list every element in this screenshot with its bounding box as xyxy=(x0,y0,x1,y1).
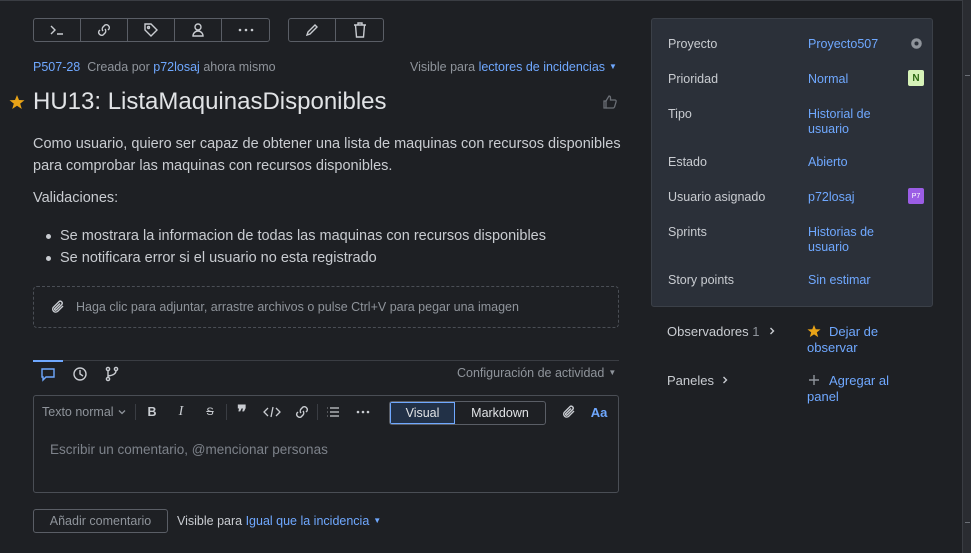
field-label-story-points: Story points xyxy=(668,273,735,287)
activity-config-dropdown[interactable]: Configuración de actividad ▼ xyxy=(457,366,616,380)
comment-input[interactable]: Escribir un comentario, @mencionar perso… xyxy=(50,442,328,457)
add-comment-button[interactable]: Añadir comentario xyxy=(33,509,168,533)
tab-comments[interactable] xyxy=(33,360,63,385)
list-item: Se notificara error si el usuario no est… xyxy=(33,247,546,269)
priority-badge: N xyxy=(908,70,924,86)
more-icon[interactable] xyxy=(352,402,374,422)
editor-toolbar: Texto normal B I S ❞ Visual Markdown Aa xyxy=(34,396,618,428)
visible-target[interactable]: lectores de incidencias xyxy=(479,60,605,74)
chevron-right-icon xyxy=(722,376,728,384)
more-icon[interactable] xyxy=(222,19,269,41)
attachment-dropzone[interactable]: Haga clic para adjuntar, arrastre archiv… xyxy=(33,286,619,328)
field-label-status: Estado xyxy=(668,155,707,169)
visual-mode-button[interactable]: Visual xyxy=(390,402,455,424)
watchers-count: 1 xyxy=(752,324,760,339)
field-value-status[interactable]: Abierto xyxy=(808,155,848,170)
comment-visibility-selector[interactable]: Visible para Igual que la incidencia ▼ xyxy=(177,514,381,528)
tag-icon[interactable] xyxy=(128,19,175,41)
author-link[interactable]: p72losaj xyxy=(153,60,200,74)
star-icon[interactable] xyxy=(9,94,25,110)
edge-tick xyxy=(965,75,970,76)
field-label-project: Proyecto xyxy=(668,37,718,51)
boards-toggle[interactable]: Paneles xyxy=(667,373,730,388)
edit-actions-toolbar xyxy=(288,18,384,42)
divider xyxy=(226,404,227,420)
paperclip-icon xyxy=(52,300,64,313)
add-to-board-link[interactable]: Agregar al panel xyxy=(807,373,902,405)
divider xyxy=(317,404,318,420)
issue-actions-toolbar xyxy=(33,18,270,42)
tab-history[interactable] xyxy=(65,363,95,385)
field-value-story-points[interactable]: Sin estimar xyxy=(808,273,871,288)
field-value-assignee[interactable]: p72losaj xyxy=(808,190,855,205)
field-label-assignee: Usuario asignado xyxy=(668,190,766,204)
text-format-toggle[interactable]: Aa xyxy=(588,402,610,422)
link-icon[interactable] xyxy=(291,402,313,422)
validations-heading: Validaciones: xyxy=(33,190,119,206)
field-value-type[interactable]: Historial de usuario xyxy=(808,107,898,137)
issue-key[interactable]: P507-28 xyxy=(33,60,80,74)
visible-target[interactable]: Igual que la incidencia xyxy=(246,514,370,528)
link-icon[interactable] xyxy=(81,19,128,41)
chevron-right-icon xyxy=(770,327,775,335)
created-time: ahora mismo xyxy=(203,60,276,74)
issue-meta: P507-28 Creada por p72losaj ahora mismo xyxy=(33,60,276,74)
field-label-type: Tipo xyxy=(668,107,692,121)
field-value-priority[interactable]: Normal xyxy=(808,72,848,87)
editor-mode-toggle: Visual Markdown xyxy=(389,401,546,425)
terminal-icon[interactable] xyxy=(34,19,81,41)
tab-branches[interactable] xyxy=(97,363,127,385)
page-title[interactable]: HU13: ListaMaquinasDisponibles xyxy=(33,88,387,116)
quote-icon[interactable]: ❞ xyxy=(231,402,253,422)
field-value-sprints[interactable]: Historias de usuario xyxy=(808,225,898,255)
branch-icon xyxy=(105,366,119,382)
bold-icon[interactable]: B xyxy=(142,402,162,422)
text-style-select[interactable]: Texto normal xyxy=(42,402,127,422)
field-value-project[interactable]: Proyecto507 xyxy=(808,37,878,52)
paperclip-icon[interactable] xyxy=(558,402,580,422)
watchers-label: Observadores xyxy=(667,324,749,339)
chevron-down-icon: ▼ xyxy=(609,62,617,71)
comment-editor: Texto normal B I S ❞ Visual Markdown Aa … xyxy=(33,395,619,493)
field-label-sprints: Sprints xyxy=(668,225,707,239)
visible-prefix: Visible para xyxy=(410,60,476,74)
code-icon[interactable] xyxy=(260,402,284,422)
text-style-label: Texto normal xyxy=(42,405,114,419)
list-item: Se mostrara la informacion de todas las … xyxy=(33,225,546,247)
visible-prefix: Visible para xyxy=(177,514,243,528)
chevron-down-icon xyxy=(118,410,126,415)
issue-description[interactable]: Como usuario, quiero ser capaz de obtene… xyxy=(33,133,623,177)
boards-label: Paneles xyxy=(667,373,714,388)
history-icon xyxy=(73,367,87,381)
italic-icon[interactable]: I xyxy=(171,402,191,422)
right-scroll-edge[interactable] xyxy=(962,0,971,553)
edge-tick xyxy=(965,522,970,523)
watchers-toggle[interactable]: Observadores 1 xyxy=(667,324,777,339)
stop-watching-link[interactable]: Dejar de observar xyxy=(807,324,902,356)
gear-icon[interactable] xyxy=(910,37,923,50)
avatar: P7 xyxy=(908,188,924,204)
validations-list: Se mostrara la informacion de todas las … xyxy=(33,225,546,269)
attachment-hint: Haga clic para adjuntar, arrastre archiv… xyxy=(76,300,519,314)
visibility-selector[interactable]: Visible para lectores de incidencias ▼ xyxy=(410,60,617,74)
window-top-border xyxy=(0,0,971,1)
edit-icon[interactable] xyxy=(289,19,336,41)
strikethrough-icon[interactable]: S xyxy=(200,402,220,422)
divider xyxy=(135,404,136,420)
user-icon[interactable] xyxy=(175,19,222,41)
field-label-priority: Prioridad xyxy=(668,72,719,86)
title-row: HU13: ListaMaquinasDisponibles xyxy=(9,88,387,116)
thumbs-up-icon[interactable] xyxy=(602,94,618,110)
chevron-down-icon: ▼ xyxy=(608,368,617,377)
issue-details-panel: Proyecto Proyecto507 Prioridad Normal N … xyxy=(651,18,933,307)
chevron-down-icon: ▼ xyxy=(373,516,382,525)
created-by-label: Creada por xyxy=(87,60,150,74)
bullet-list-icon[interactable] xyxy=(322,402,344,422)
trash-icon[interactable] xyxy=(336,19,383,41)
markdown-mode-button[interactable]: Markdown xyxy=(455,402,545,424)
comment-icon xyxy=(41,368,55,382)
activity-config-label: Configuración de actividad xyxy=(457,366,605,380)
